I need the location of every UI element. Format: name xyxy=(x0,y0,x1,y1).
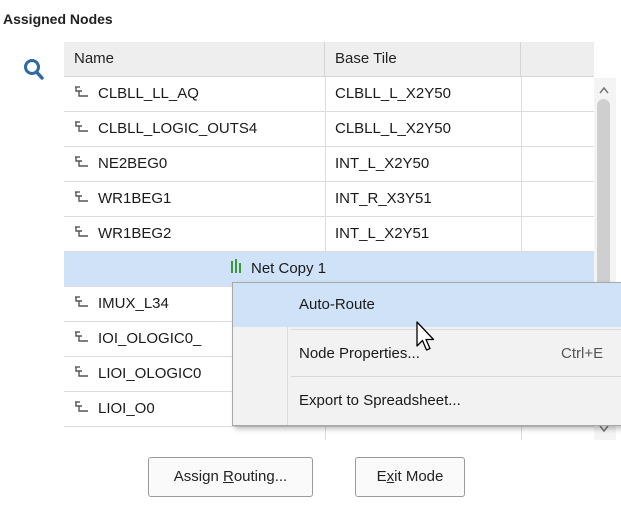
node-icon xyxy=(75,86,88,97)
column-header-extra[interactable] xyxy=(521,42,594,76)
node-name-cell: WR1BEG2 xyxy=(74,217,324,251)
menu-separator xyxy=(291,376,621,377)
base-tile-cell: INT_L_X2Y50 xyxy=(335,155,430,172)
cursor-icon xyxy=(416,321,435,351)
node-name-cell: CLBLL_LOGIC_OUTS4 xyxy=(74,112,324,146)
column-header-name[interactable]: Name xyxy=(64,42,325,76)
table-header: Name Base Tile xyxy=(64,42,594,77)
menu-item-shortcut: Ctrl+E xyxy=(561,345,604,362)
menu-item-label: Auto-Route xyxy=(299,296,375,313)
node-icon xyxy=(75,296,88,307)
assign-routing-button[interactable]: Assign Routing... xyxy=(148,457,313,497)
menu-item-label: Node Properties... xyxy=(299,345,420,362)
node-name-cell: NE2BEG0 xyxy=(74,147,324,181)
node-icon xyxy=(75,226,88,237)
base-tile-cell: INT_L_X2Y51 xyxy=(335,225,430,242)
table-row[interactable]: NE2BEG0 INT_L_X2Y50 xyxy=(64,147,594,182)
exit-mode-button[interactable]: Exit Mode xyxy=(355,457,465,497)
section-title: Assigned Nodes xyxy=(3,11,113,27)
base-tile-cell: CLBLL_L_X2Y50 xyxy=(335,120,451,137)
net-label: Net Copy 1 xyxy=(229,252,326,286)
search-icon[interactable] xyxy=(23,58,45,82)
table-row[interactable]: CLBLL_LL_AQ CLBLL_L_X2Y50 xyxy=(64,77,594,112)
column-header-base-tile[interactable]: Base Tile xyxy=(325,42,521,76)
base-tile-cell: INT_R_X3Y51 xyxy=(335,190,432,207)
node-name-cell: WR1BEG1 xyxy=(74,182,324,216)
base-tile-cell: CLBLL_L_X2Y50 xyxy=(335,85,451,102)
menu-separator xyxy=(291,329,621,330)
node-icon xyxy=(75,121,88,132)
node-name-cell: CLBLL_LL_AQ xyxy=(74,77,324,111)
node-icon xyxy=(75,401,88,412)
table-row[interactable]: WR1BEG2 INT_L_X2Y51 xyxy=(64,217,594,252)
chevron-up-icon[interactable] xyxy=(597,84,611,96)
menu-item-export-spreadsheet[interactable]: Export to Spreadsheet... xyxy=(233,379,621,423)
node-icon xyxy=(75,191,88,202)
table-row[interactable]: CLBLL_LOGIC_OUTS4 CLBLL_L_X2Y50 xyxy=(64,112,594,147)
node-icon xyxy=(75,331,88,342)
node-icon xyxy=(75,366,88,377)
node-icon xyxy=(75,156,88,167)
table-row[interactable]: WR1BEG1 INT_R_X3Y51 xyxy=(64,182,594,217)
menu-item-label: Export to Spreadsheet... xyxy=(299,392,461,409)
net-icon xyxy=(231,259,241,273)
